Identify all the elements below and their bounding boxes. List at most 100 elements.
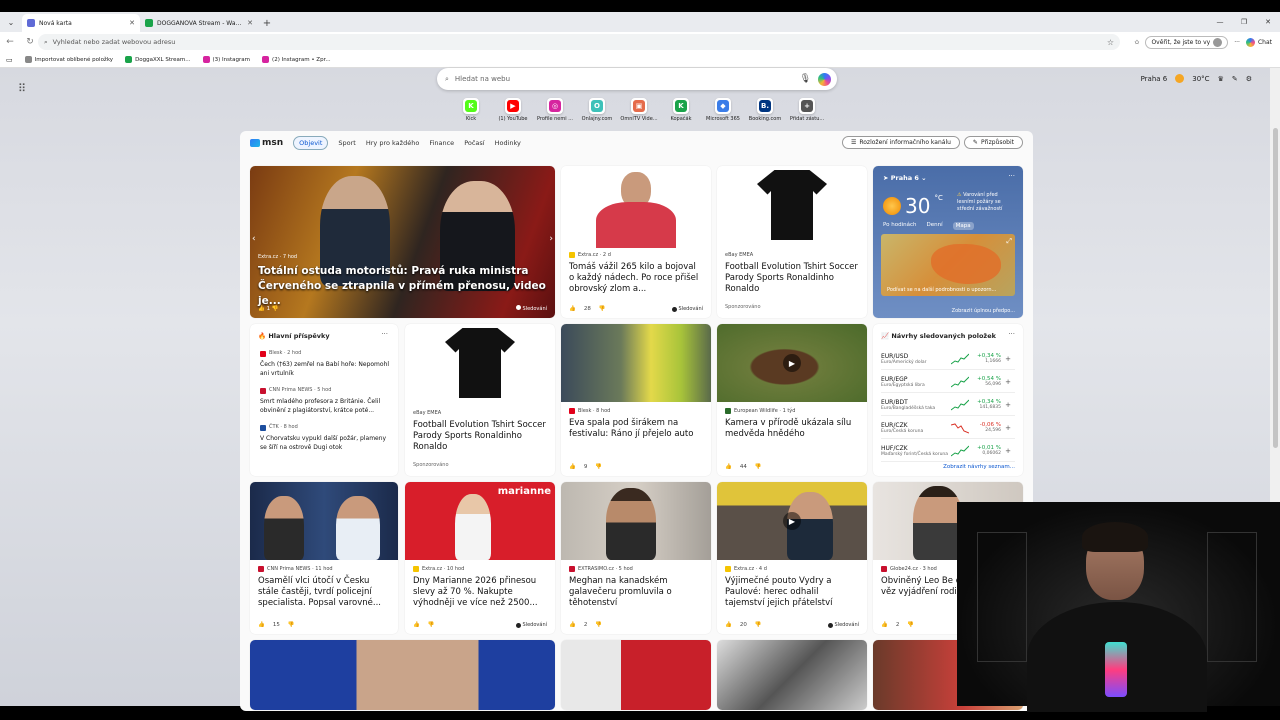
weather-card[interactable]: ➤ Praha 6 ⌄ ··· 30 °C ⚠ Varování před les… [873, 166, 1023, 318]
quick-link[interactable]: ▶ (1) YouTube [492, 98, 534, 122]
bookmark-instagram-3[interactable]: (3) Instagram [202, 56, 250, 63]
new-tab-button[interactable]: + [258, 14, 276, 32]
like-icon[interactable]: 👍 [569, 306, 576, 312]
minimize-button[interactable]: — [1208, 12, 1232, 32]
dislike-icon[interactable]: 👎 [595, 464, 602, 470]
weather-location[interactable]: ➤ Praha 6 ⌄ [883, 174, 927, 182]
like-icon[interactable]: 👍 [569, 622, 576, 628]
article-card[interactable] [561, 640, 711, 710]
scroll-thumb[interactable] [1273, 128, 1278, 448]
dislike-icon[interactable]: 👎 [755, 464, 762, 470]
dislike-icon[interactable]: 👎 [755, 622, 762, 628]
list-item[interactable]: Blesk · 2 hod Čech (†63) zemřel na Babí h… [260, 349, 390, 378]
tab-finance[interactable]: Finance [429, 139, 454, 147]
article-card[interactable]: CNN Prima NEWS · 11 hod Osamělí vlci úto… [250, 482, 398, 634]
add-icon[interactable]: + [1001, 424, 1011, 432]
edit-icon[interactable]: ✎ [1232, 75, 1238, 83]
article-card[interactable]: marianne Extra.cz · 10 hod Dny Marianne … [405, 482, 555, 634]
article-card[interactable]: EXTRASIMO.cz · 5 hod Meghan na kanadském… [561, 482, 711, 634]
like-icon[interactable]: 👍 [258, 306, 265, 312]
dislike-icon[interactable]: 👎 [599, 306, 606, 312]
video-card[interactable]: ▶ European Wildlife · 1 týd Kamera v pří… [717, 324, 867, 476]
reading-list-icon[interactable]: ▭ [6, 56, 13, 64]
quick-link[interactable]: O Onlajny.com [576, 98, 618, 122]
customize-button[interactable]: ✎ Přizpůsobit [963, 136, 1023, 149]
add-icon[interactable]: + [1001, 401, 1011, 409]
app-launcher-icon[interactable]: ⠿ [18, 82, 26, 95]
quick-link[interactable]: + Přidat zástu... [786, 98, 828, 122]
tab-new[interactable]: Nová karta ✕ [22, 14, 140, 32]
copilot-icon[interactable] [818, 72, 831, 86]
article-card[interactable]: Extra.cz · 2 d Tomáš vážil 265 kilo a bo… [561, 166, 711, 318]
tab-objevit[interactable]: Objevit [293, 135, 329, 150]
watchlist-row[interactable]: EUR/USD Euro/Americký dolar +0,34 % 1,1666 + [881, 348, 1015, 370]
copilot-chat-button[interactable]: Chat [1245, 37, 1272, 47]
quick-link[interactable]: ◆ Microsoft 365 [702, 98, 744, 122]
article-title[interactable]: Meghan na kanadském galavečeru promluvil… [569, 576, 703, 609]
hero-article[interactable]: ‹ › Extra.cz · 7 hod Totální ostuda moto… [250, 166, 555, 318]
weather-widget-top[interactable]: Praha 6 30°C ♛ ✎ ⚙ [1141, 74, 1252, 83]
like-icon[interactable]: 👍 [881, 622, 888, 628]
article-title[interactable]: Výjimečné pouto Vydry a Paulové: herec o… [725, 576, 859, 609]
settings-gear-icon[interactable]: ⚙ [1246, 75, 1252, 83]
article-title[interactable]: Kamera v přírodě ukázala sílu medvěda hn… [725, 418, 859, 440]
list-item[interactable]: CNN Prima NEWS · 5 hod Smrt mladého profe… [260, 386, 390, 415]
like-icon[interactable]: 👍 [569, 464, 576, 470]
quick-link[interactable]: K Kopačák [660, 98, 702, 122]
more-icon[interactable]: ··· [1008, 330, 1015, 338]
dislike-icon[interactable]: 👎 [272, 306, 279, 312]
dislike-icon[interactable]: 👎 [595, 622, 602, 628]
back-icon[interactable]: ← [0, 37, 20, 47]
tab-dogganova[interactable]: DOGGANOVA Stream - Watch Live ✕ [140, 14, 258, 32]
weather-tab-map[interactable]: Mapa [952, 222, 974, 230]
quick-link[interactable]: ▣ OmniTV Vide... [618, 98, 660, 122]
article-title[interactable]: Dny Marianne 2026 přinesou slevy až 70 %… [413, 576, 547, 609]
microphone-icon[interactable]: 🎙 [800, 74, 811, 84]
video-card[interactable]: ▶ Extra.cz · 4 d Výjimečné pouto Vydry a… [717, 482, 867, 634]
watchlist-row[interactable]: EUR/EGP Euro/Egyptská libra +0,54 % 56,096 + [881, 371, 1015, 393]
tab-hry[interactable]: Hry pro každého [366, 139, 419, 147]
close-icon[interactable]: ✕ [247, 19, 253, 27]
msn-logo[interactable]: msn [250, 138, 283, 148]
follow-button[interactable]: Sledování [515, 305, 547, 312]
watchlist-row[interactable]: EUR/BDT Euro/Bangladéšská taka +0,34 % 141,… [881, 394, 1015, 416]
article-card[interactable]: Blesk · 8 hod Eva spala pod širákem na f… [561, 324, 711, 476]
dislike-icon[interactable]: 👎 [428, 622, 435, 628]
ad-card[interactable]: eBay EMEA Football Evolution Tshirt Socc… [717, 166, 867, 318]
watchlist-row[interactable]: EUR/CZK Euro/Česká koruna -0,06 % 24,596 + [881, 417, 1015, 439]
like-icon[interactable]: 👍 [413, 622, 420, 628]
weather-footer[interactable]: Podívat se na další podrobnosti o upozor… [887, 287, 996, 293]
article-card[interactable] [250, 640, 555, 710]
list-item[interactable]: ČTK · 8 hod V Chorvatsku vypukl další pož… [260, 423, 390, 452]
play-icon[interactable]: ▶ [783, 354, 801, 372]
maximize-button[interactable]: ❐ [1232, 12, 1256, 32]
favorite-star-icon[interactable]: ☆ [1107, 38, 1114, 47]
profile-button[interactable]: Ověřit, že jste to vy [1145, 35, 1229, 49]
article-title[interactable]: Eva spala pod širákem na festivalu: Ráno… [569, 418, 703, 440]
bookmark-instagram-2[interactable]: (2) Instagram • Zpr... [262, 56, 331, 63]
follow-button[interactable]: Sledování [671, 306, 703, 312]
like-icon[interactable]: 👍 [725, 464, 732, 470]
hero-title[interactable]: Totální ostuda motoristů: Pravá ruka min… [258, 264, 547, 309]
watchlist-link[interactable]: Zobrazit návrhy seznam... [943, 464, 1015, 470]
follow-button[interactable]: Sledování [827, 622, 859, 628]
tab-actions-chevron-icon[interactable]: ⌄ [0, 12, 22, 32]
watchlist-row[interactable]: HUF/CZK Maďarský forint/Česká koruna +0,01… [881, 440, 1015, 462]
like-icon[interactable]: 👍 [258, 622, 265, 628]
tab-pocasi[interactable]: Počasí [464, 139, 484, 147]
tab-hodinky[interactable]: Hodinky [495, 139, 521, 147]
expand-icon[interactable]: ⤢ [1006, 237, 1012, 246]
rewards-icon[interactable]: ♛ [1218, 75, 1224, 83]
add-icon[interactable]: + [1001, 355, 1011, 363]
feed-layout-button[interactable]: ☰ Rozložení informačního kanálu [841, 136, 960, 149]
carousel-prev-icon[interactable]: ‹ [252, 234, 256, 244]
quick-link[interactable]: B. Booking.com [744, 98, 786, 122]
quick-link[interactable]: K Kick [450, 98, 492, 122]
article-title[interactable]: Tomáš vážil 265 kilo a bojoval o každý n… [569, 262, 703, 295]
ad-title[interactable]: Football Evolution Tshirt Soccer Parody … [413, 420, 547, 453]
close-window-button[interactable]: ✕ [1256, 12, 1280, 32]
article-card[interactable] [717, 640, 867, 710]
tab-sport[interactable]: Sport [338, 139, 355, 147]
like-icon[interactable]: 👍 [725, 622, 732, 628]
article-title[interactable]: Osamělí vlci útočí v Česku stále častěji… [258, 576, 390, 609]
